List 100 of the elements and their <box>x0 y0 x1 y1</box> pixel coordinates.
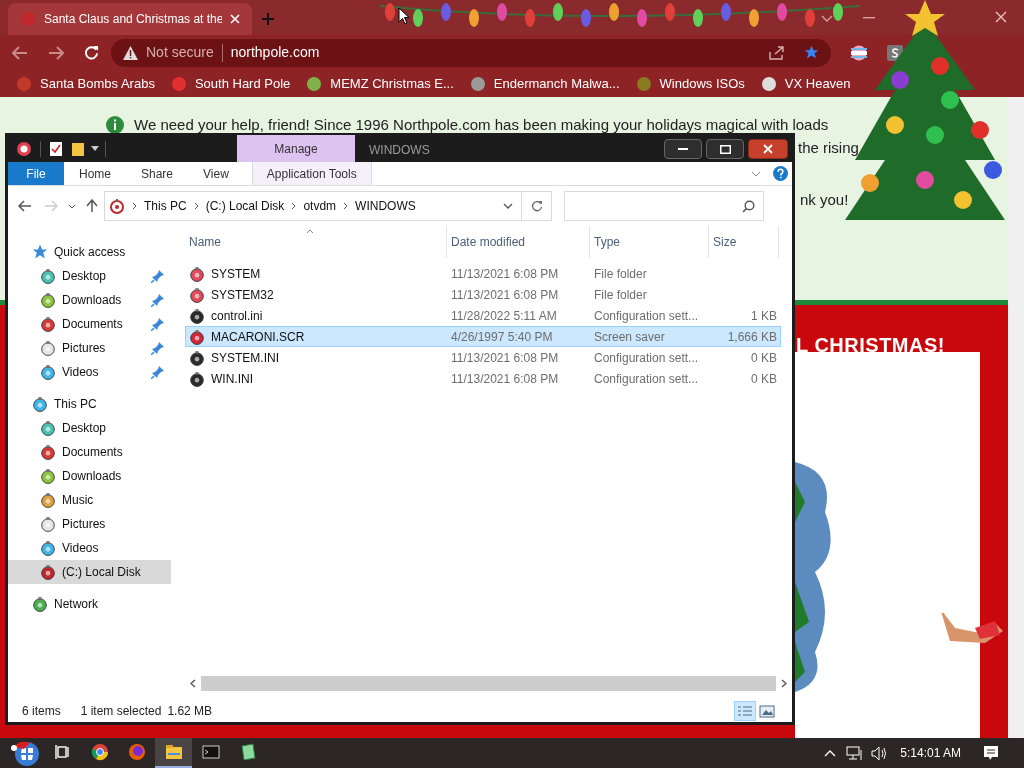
scrollbar-track[interactable] <box>1008 97 1024 738</box>
date-cell: 11/28/2022 5:11 AM <box>451 308 557 323</box>
extension-icon[interactable] <box>851 44 867 61</box>
speaker-icon[interactable] <box>871 745 889 761</box>
nav-label: Music <box>62 492 94 509</box>
nav-label: Downloads <box>62 292 122 309</box>
dropdown-icon[interactable] <box>91 146 99 152</box>
nav-item[interactable]: Pictures <box>8 336 171 360</box>
extension-icon[interactable] <box>887 44 903 61</box>
pin-icon[interactable] <box>151 317 165 331</box>
nav-label: Desktop <box>62 420 107 437</box>
file-row[interactable]: SYSTEM.INI 11/13/2021 6:08 PM Configuration sett... 0 KB <box>185 347 781 368</box>
bookmark[interactable]: MEMZ Christmas E... <box>306 73 454 94</box>
properties-icon[interactable] <box>49 141 63 157</box>
column-header[interactable]: Size <box>709 226 779 258</box>
nav-item[interactable]: Desktop <box>8 264 171 288</box>
chevron-down-icon[interactable] <box>751 170 761 177</box>
pin-icon[interactable] <box>151 293 165 307</box>
date-cell: 11/13/2021 6:08 PM <box>451 287 559 302</box>
search-field[interactable] <box>564 191 764 221</box>
breadcrumb-item[interactable]: WINDOWS <box>355 197 416 215</box>
chevron-right-icon[interactable] <box>291 202 297 210</box>
pin-icon[interactable] <box>151 341 165 355</box>
mouse-pointer-icon <box>398 7 410 25</box>
ribbon-tab[interactable]: Application Tools <box>251 162 372 185</box>
ribbon-tab[interactable]: File <box>8 162 64 185</box>
folder-icon[interactable] <box>71 141 85 157</box>
scroll-right-icon[interactable] <box>781 679 787 688</box>
nav-label: Documents <box>62 316 123 333</box>
network-icon[interactable] <box>846 745 864 761</box>
reload-icon[interactable] <box>84 45 99 60</box>
bookmark[interactable]: Santa Bombs Arabs <box>16 73 155 94</box>
notifications-icon[interactable] <box>983 745 999 761</box>
nav-label: Downloads <box>62 468 122 485</box>
refresh-button[interactable] <box>522 191 552 221</box>
taskbar-button[interactable] <box>155 738 192 768</box>
bookmark[interactable]: South Hard Pole <box>170 73 291 94</box>
nav-item[interactable]: Quick access <box>8 240 171 264</box>
breadcrumb-item[interactable]: This PC <box>144 197 187 215</box>
file-name: SYSTEM <box>211 265 261 283</box>
bookmark[interactable]: Windows ISOs <box>635 73 745 94</box>
nav-item[interactable]: (C:) Local Disk <box>8 560 171 584</box>
up-icon[interactable] <box>86 199 98 213</box>
pin-icon[interactable] <box>151 269 165 283</box>
ribbon-tab[interactable]: View <box>188 162 244 185</box>
tab-search-icon[interactable] <box>821 15 833 23</box>
pin-icon[interactable] <box>151 365 165 379</box>
chevron-right-icon[interactable] <box>132 202 137 210</box>
bookmark[interactable]: VX Heaven <box>760 73 851 94</box>
minimize-icon <box>678 147 688 151</box>
recent-locations-icon[interactable] <box>68 203 76 209</box>
banner-heading: L CHRISTMAS! <box>796 333 945 358</box>
nav-item[interactable]: Network <box>8 592 171 616</box>
breadcrumb-item[interactable]: otvdm <box>303 197 337 215</box>
address-field[interactable]: This PC (C:) Local Disk otvdm WINDOWS <box>104 191 522 221</box>
nav-label: Quick access <box>54 244 126 261</box>
clock-text[interactable]: 5:14:01 AM <box>900 744 961 762</box>
star-icon[interactable] <box>804 45 819 60</box>
nav-label: This PC <box>54 396 97 413</box>
maximize-button[interactable] <box>706 139 744 159</box>
file-row[interactable]: SYSTEM 11/13/2021 6:08 PM File folder <box>185 263 781 284</box>
nav-item[interactable]: Downloads <box>8 464 171 488</box>
dropdown-icon[interactable] <box>503 203 513 209</box>
help-icon[interactable] <box>773 166 788 181</box>
minimize-button[interactable] <box>664 139 702 159</box>
nav-item[interactable]: Music <box>8 488 171 512</box>
nav-item[interactable]: Downloads <box>8 288 171 312</box>
file-row[interactable]: MACARONI.SCR 4/26/1997 5:40 PM Screen saver 1,666 KB <box>185 326 781 347</box>
scroll-left-icon[interactable] <box>190 679 196 688</box>
nav-item[interactable]: Documents <box>8 440 171 464</box>
nav-item[interactable]: Desktop <box>8 416 171 440</box>
breadcrumb-item[interactable]: (C:) Local Disk <box>205 197 285 215</box>
back-icon[interactable] <box>12 45 28 60</box>
nav-label: (C:) Local Disk <box>62 564 141 581</box>
share-icon[interactable] <box>769 45 784 60</box>
chevron-up-icon[interactable] <box>824 749 837 757</box>
nav-item[interactable]: This PC <box>8 392 171 416</box>
file-row[interactable]: SYSTEM32 11/13/2021 6:08 PM File folder <box>185 284 781 305</box>
column-header[interactable]: Type <box>590 226 709 258</box>
scrollbar-thumb[interactable] <box>201 676 776 691</box>
close-icon[interactable] <box>995 11 1007 23</box>
notice-text: We need your help, friend! Since 1996 Northpole.com has been making your holidays magical with loads <box>134 115 829 135</box>
column-header[interactable]: Date modified <box>447 226 590 258</box>
back-icon[interactable] <box>18 200 32 212</box>
file-row[interactable]: WIN.INI 11/13/2021 6:08 PM Configuration sett... 0 KB <box>185 368 781 389</box>
column-header[interactable]: Name <box>185 226 447 258</box>
nav-item[interactable]: Videos <box>8 360 171 384</box>
address-bar[interactable]: Not secure northpole.com <box>111 38 831 67</box>
chevron-right-icon[interactable] <box>193 202 199 210</box>
nav-item[interactable]: Documents <box>8 312 171 336</box>
warning-icon <box>123 45 138 60</box>
nav-item[interactable]: Pictures <box>8 512 171 536</box>
chevron-right-icon[interactable] <box>343 202 349 210</box>
ribbon-tab[interactable]: Home <box>64 162 126 185</box>
file-row[interactable]: control.ini 11/28/2022 5:11 AM Configuration sett... 1 KB <box>185 305 781 326</box>
close-button[interactable] <box>748 139 788 159</box>
ribbon-tab[interactable]: Share <box>126 162 189 185</box>
nav-item[interactable]: Videos <box>8 536 171 560</box>
bookmark[interactable]: Endermanch Malwa... <box>469 73 620 94</box>
forward-icon[interactable] <box>48 45 64 60</box>
